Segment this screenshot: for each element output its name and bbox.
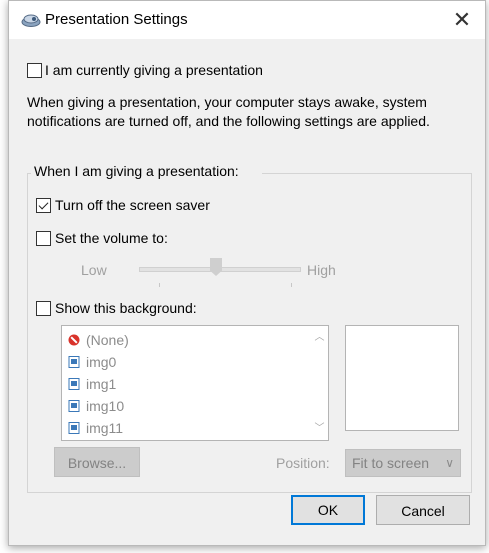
description-text: When giving a presentation, your compute… bbox=[27, 94, 430, 129]
list-item-label: img1 bbox=[86, 376, 117, 392]
list-item-label: img10 bbox=[86, 398, 125, 414]
slider-tick bbox=[159, 283, 160, 287]
chevron-down-icon: ∨ bbox=[445, 456, 454, 470]
image-file-icon bbox=[68, 422, 80, 434]
group-label: When I am giving a presentation: bbox=[31, 163, 242, 179]
chevron-up-icon[interactable]: ︿ bbox=[314, 332, 325, 343]
volume-low-label: Low bbox=[81, 262, 107, 278]
no-symbol-icon bbox=[68, 334, 80, 346]
listbox-scrollbar[interactable]: ︿ ﹀ bbox=[311, 326, 328, 440]
image-file-icon bbox=[68, 400, 80, 412]
image-file-icon bbox=[68, 356, 80, 368]
chevron-down-icon[interactable]: ﹀ bbox=[314, 423, 325, 434]
slider-tick bbox=[291, 283, 292, 287]
list-item-label: img0 bbox=[86, 354, 117, 370]
background-listbox[interactable]: (None) img0 img1 img10 img11 ︿ ﹀ bbox=[61, 325, 329, 441]
position-label: Position: bbox=[276, 455, 330, 471]
screensaver-checkbox[interactable] bbox=[36, 198, 51, 213]
projector-icon bbox=[21, 14, 41, 27]
background-label[interactable]: Show this background: bbox=[55, 300, 197, 316]
cancel-button[interactable]: Cancel bbox=[376, 495, 470, 525]
close-icon: ✕ bbox=[452, 7, 472, 32]
presentation-settings-dialog: Presentation Settings ✕ I am currently g… bbox=[8, 0, 486, 546]
presenting-checkbox[interactable] bbox=[27, 63, 42, 78]
volume-label[interactable]: Set the volume to: bbox=[55, 230, 168, 246]
image-file-icon bbox=[68, 378, 80, 390]
background-checkbox[interactable] bbox=[36, 301, 51, 316]
position-select[interactable]: Fit to screen ∨ bbox=[345, 449, 461, 477]
group-border-top-right bbox=[262, 173, 472, 174]
browse-button[interactable]: Browse... bbox=[54, 447, 140, 477]
volume-checkbox[interactable] bbox=[36, 231, 51, 246]
ok-button[interactable]: OK bbox=[291, 495, 365, 525]
volume-high-label: High bbox=[307, 262, 336, 278]
close-button[interactable]: ✕ bbox=[439, 1, 485, 39]
screensaver-label[interactable]: Turn off the screen saver bbox=[55, 197, 210, 213]
window-title: Presentation Settings bbox=[45, 11, 188, 28]
list-item-label: (None) bbox=[86, 332, 129, 348]
background-preview bbox=[345, 325, 459, 431]
position-select-value: Fit to screen bbox=[352, 455, 430, 471]
title-bar: Presentation Settings ✕ bbox=[9, 1, 485, 39]
presenting-label[interactable]: I am currently giving a presentation bbox=[45, 62, 263, 78]
list-item-label: img11 bbox=[86, 420, 124, 436]
